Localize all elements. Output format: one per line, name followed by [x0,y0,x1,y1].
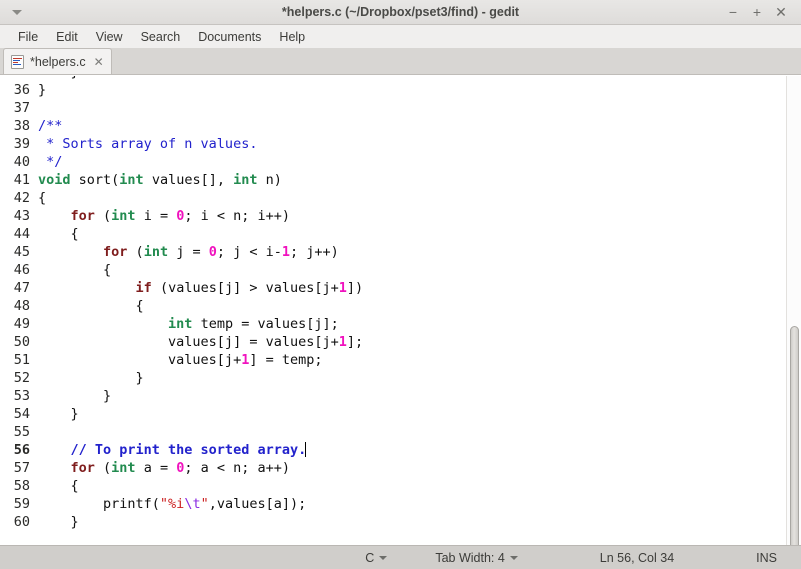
code-line[interactable]: if (values[j] > values[j+1]) [38,279,801,297]
code-line[interactable]: int temp = values[j]; [38,315,801,333]
line-number: 60 [13,514,30,530]
code-line[interactable]: for (int i = 0; i < n; i++) [38,207,801,225]
code-line[interactable]: for (int j = 0; j < i-1; j++) [38,243,801,261]
code-line[interactable]: * Sorts array of n values. [38,135,801,153]
chevron-down-icon [379,555,388,560]
code-line[interactable]: printf("%i\t",values[a]); [38,495,801,513]
line-number: 55 [13,424,30,440]
tab-width-selector[interactable]: Tab Width: 4 [435,550,518,565]
maximize-button[interactable]: + [751,5,763,19]
titlebar: *helpers.c (~/Dropbox/pset3/find) - gedi… [0,0,801,25]
code-line[interactable] [38,99,801,117]
line-number: 59 [13,496,30,512]
line-number: 54 [13,406,30,422]
code-line[interactable]: } [38,387,801,405]
tab-helpers-c[interactable]: *helpers.c ✕ [3,48,112,74]
text-file-icon [11,54,24,69]
menu-edit[interactable]: Edit [47,28,87,46]
line-number: 48 [13,298,30,314]
code-line[interactable]: */ [38,153,801,171]
menu-help[interactable]: Help [270,28,314,46]
tab-close-icon[interactable]: ✕ [94,56,104,68]
line-number: 57 [13,460,30,476]
line-number: 39 [13,136,30,152]
window-controls: − + ✕ [727,5,795,19]
editor-content: 3536373839404142434445464748495051525354… [0,76,801,545]
line-number: 42 [13,190,30,206]
triangle-down-icon [12,9,22,15]
menu-file[interactable]: File [9,28,47,46]
language-selector[interactable]: C [365,550,388,565]
line-number: 44 [13,226,30,242]
tab-width-label: Tab Width: 4 [435,550,505,565]
cursor-position: Ln 56, Col 34 [600,551,674,565]
code-line[interactable]: } [38,81,801,99]
code-line[interactable] [38,423,801,441]
code-line[interactable]: } [38,513,801,531]
chevron-down-icon [509,555,518,560]
scrollbar-thumb[interactable] [790,326,799,545]
code-line[interactable]: { [38,297,801,315]
code-line[interactable]: { [38,189,801,207]
line-number: 45 [13,244,30,260]
line-number: 40 [13,154,30,170]
line-number: 43 [13,208,30,224]
line-number: 47 [13,280,30,296]
code-line[interactable]: values[j] = values[j+1]; [38,333,801,351]
code-line[interactable]: } [38,405,801,423]
line-number: 41 [13,172,30,188]
language-label: C [365,550,375,565]
editor-vertical-scrollbar[interactable] [786,76,801,545]
line-number: 52 [13,370,30,386]
menu-documents[interactable]: Documents [189,28,270,46]
window-menu-button[interactable] [8,3,26,21]
minimize-button[interactable]: − [727,5,739,19]
tab-label: *helpers.c [30,54,86,69]
window-title: *helpers.c (~/Dropbox/pset3/find) - gedi… [281,5,520,19]
line-number: 50 [13,334,30,350]
code-line[interactable]: { [38,225,801,243]
editor-area[interactable]: 3536373839404142434445464748495051525354… [0,75,801,545]
line-number: 49 [13,316,30,332]
insert-mode-label: INS [756,550,777,565]
line-number: 46 [13,262,30,278]
line-number: 51 [13,352,30,368]
line-number: 38 [13,118,30,134]
menubar: File Edit View Search Documents Help [0,25,801,48]
line-number: 56 [13,442,30,458]
close-button[interactable]: ✕ [775,5,787,19]
code-line[interactable]: } [38,369,801,387]
menu-view[interactable]: View [87,28,132,46]
line-number: 58 [13,478,30,494]
cursor-position-label: Ln 56, Col 34 [599,550,675,565]
line-number: 53 [13,388,30,404]
code-line[interactable]: { [38,261,801,279]
tabbar: *helpers.c ✕ [0,48,801,75]
code-line[interactable]: { [38,477,801,495]
insert-mode-indicator[interactable]: INS [756,551,777,565]
gedit-window: *helpers.c (~/Dropbox/pset3/find) - gedi… [0,0,801,569]
line-number: 37 [13,100,30,116]
line-number-gutter: 3536373839404142434445464748495051525354… [0,76,30,545]
menu-search[interactable]: Search [132,28,190,46]
code-line[interactable]: void sort(int values[], int n) [38,171,801,189]
code-line[interactable]: // To print the sorted array. [38,441,801,459]
line-number: 36 [13,82,30,98]
code-text[interactable]: }} /** * Sorts array of n values. */void … [30,76,801,545]
statusbar: C Tab Width: 4 Ln 56, Col 34 INS [0,545,801,569]
code-line[interactable]: /** [38,117,801,135]
code-line[interactable]: for (int a = 0; a < n; a++) [38,459,801,477]
code-line[interactable]: values[j+1] = temp; [38,351,801,369]
text-cursor [305,442,307,457]
